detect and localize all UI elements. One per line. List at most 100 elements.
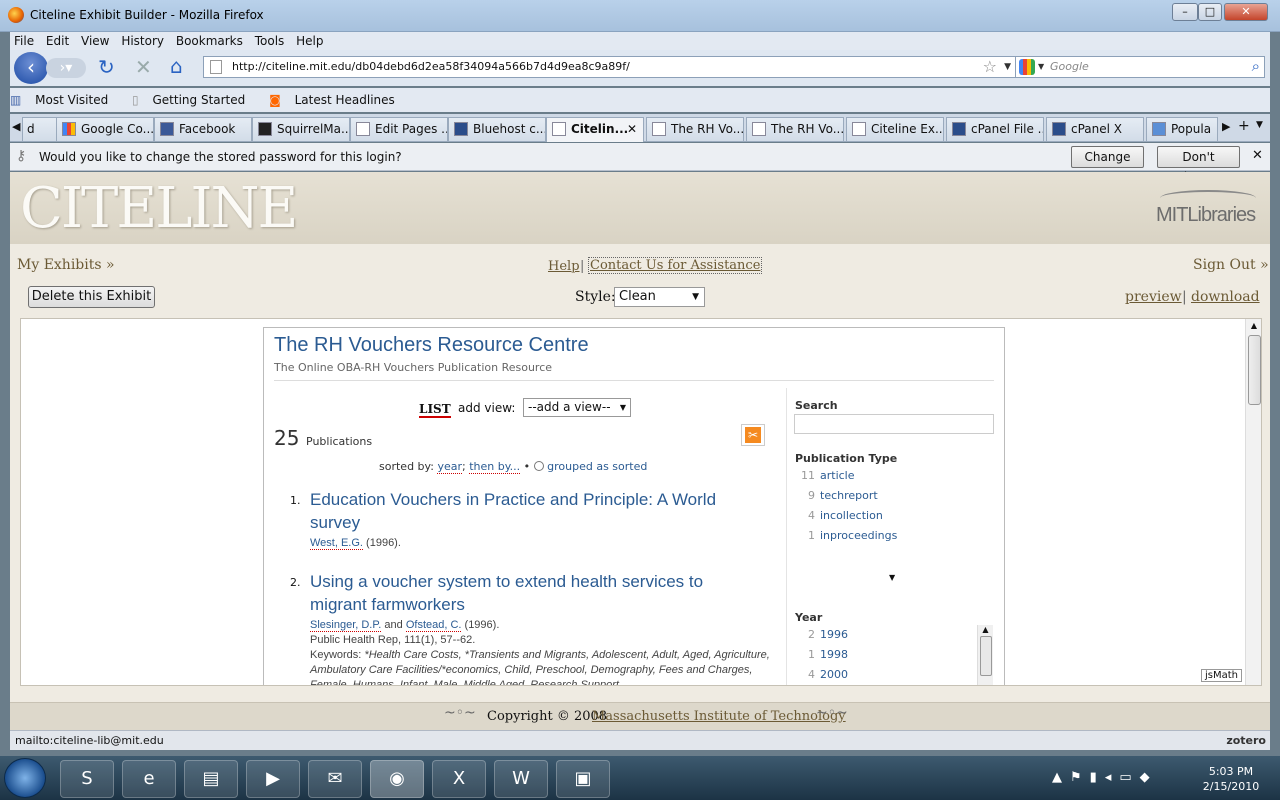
- skype-icon[interactable]: S: [60, 760, 114, 798]
- tab-squirrelmail[interactable]: SquirrelMa...: [252, 117, 350, 141]
- url-dropdown-icon[interactable]: ▼: [1004, 57, 1011, 77]
- back-button[interactable]: ‹: [14, 52, 48, 84]
- tab-facebook[interactable]: Facebook: [154, 117, 252, 141]
- system-clock[interactable]: 5:03 PM 2/15/2010: [1196, 764, 1266, 794]
- bookmark-latest-headlines[interactable]: ◙ Latest Headlines: [269, 88, 405, 112]
- tab-list-icon[interactable]: ▼: [1256, 120, 1263, 130]
- volume-icon[interactable]: ◂: [1105, 770, 1120, 785]
- facet-item[interactable]: 4 incollection: [795, 506, 985, 526]
- year-facet-scrollbar[interactable]: ▲: [977, 625, 993, 685]
- then-by-link[interactable]: then by...: [469, 460, 521, 474]
- facet-item[interactable]: 9 techreport: [795, 486, 985, 506]
- home-icon[interactable]: ⌂: [170, 54, 183, 78]
- author-link[interactable]: West, E.G.: [310, 537, 363, 550]
- help-link[interactable]: Help: [548, 259, 580, 274]
- zotero-button[interactable]: zotero: [1226, 731, 1266, 750]
- grouped-label[interactable]: grouped as sorted: [547, 460, 647, 473]
- facet-item[interactable]: 2 1996: [795, 625, 993, 645]
- minimize-button[interactable]: –: [1172, 3, 1198, 21]
- tab-citeline-active[interactable]: Citelin... ✕: [546, 117, 644, 142]
- start-button[interactable]: [4, 758, 46, 798]
- menu-help[interactable]: Help: [292, 32, 327, 50]
- close-window-button[interactable]: ✕: [1224, 3, 1268, 21]
- menu-bookmarks[interactable]: Bookmarks: [172, 32, 247, 50]
- engine-dropdown-icon[interactable]: ▼: [1038, 57, 1044, 77]
- menu-file[interactable]: File: [10, 32, 38, 50]
- maximize-button[interactable]: □: [1198, 3, 1222, 21]
- tab-scroll-right[interactable]: ▶: [1222, 120, 1230, 133]
- grouped-radio[interactable]: [533, 461, 544, 471]
- mit-link[interactable]: Massachusetts Institute of Technology: [592, 709, 846, 724]
- stop-icon[interactable]: ✕: [135, 55, 152, 79]
- item-title-link[interactable]: Using a voucher system to extend health …: [310, 570, 750, 616]
- power-icon[interactable]: ▮: [1090, 770, 1105, 785]
- dropbox-icon[interactable]: ◆: [1140, 770, 1158, 785]
- close-notification-icon[interactable]: ✕: [1252, 148, 1263, 163]
- search-icon[interactable]: ⌕: [1252, 56, 1260, 76]
- author-link[interactable]: Ofstead, C.: [405, 619, 462, 632]
- scroll-thumb[interactable]: [1247, 335, 1261, 405]
- tab-popular[interactable]: Popula: [1146, 117, 1218, 141]
- my-exhibits-link[interactable]: My Exhibits »: [17, 257, 115, 273]
- style-select[interactable]: Clean ▼: [614, 287, 705, 307]
- flag-icon[interactable]: ⚑: [1070, 770, 1090, 785]
- firefox-taskbar-icon[interactable]: ◉: [370, 760, 424, 798]
- download-link[interactable]: download: [1191, 289, 1260, 305]
- tab-rh-vouchers-1[interactable]: The RH Vo...: [646, 117, 744, 141]
- author-link[interactable]: Slesinger, D.P.: [310, 619, 382, 632]
- google-icon[interactable]: [1019, 59, 1035, 75]
- dont-change-button[interactable]: Don't Change: [1157, 146, 1240, 184]
- add-view-select[interactable]: --add a view-- ▼: [523, 398, 631, 417]
- forward-button[interactable]: ›▾: [46, 58, 86, 78]
- explorer-folder-icon[interactable]: ▤: [184, 760, 238, 798]
- tab-cpanel-x[interactable]: cPanel X: [1046, 117, 1144, 141]
- delete-exhibit-button[interactable]: Delete this Exhibit: [28, 286, 155, 308]
- bookmark-most-visited[interactable]: ▥ Most Visited: [10, 88, 118, 112]
- facet-item[interactable]: 4 2000: [795, 665, 993, 685]
- facet-item[interactable]: 1 1998: [795, 645, 993, 665]
- scroll-thumb[interactable]: [979, 636, 992, 676]
- facet-item[interactable]: 11 article: [795, 466, 985, 486]
- tab-bluehost[interactable]: Bluehost c...: [448, 117, 546, 141]
- close-tab-icon[interactable]: ✕: [627, 118, 637, 140]
- bookmark-getting-started[interactable]: ▯ Getting Started: [132, 88, 255, 112]
- preview-link[interactable]: preview: [1125, 289, 1182, 305]
- reload-icon[interactable]: ↻: [98, 55, 115, 79]
- media-player-icon[interactable]: ▶: [246, 760, 300, 798]
- tab-google[interactable]: Google Co...: [56, 117, 154, 141]
- menu-view[interactable]: View: [77, 32, 113, 50]
- show-hidden-icon[interactable]: ▲: [1052, 770, 1070, 785]
- star-icon[interactable]: ☆: [983, 57, 997, 77]
- expand-facet-icon[interactable]: ▼: [889, 573, 895, 582]
- sign-out-link[interactable]: Sign Out »: [1193, 257, 1269, 273]
- new-tab-icon[interactable]: +: [1238, 118, 1250, 134]
- export-icon[interactable]: ✂: [741, 424, 765, 446]
- excel-icon[interactable]: X: [432, 760, 486, 798]
- contact-link[interactable]: Contact Us for Assistance: [588, 257, 763, 274]
- menu-history[interactable]: History: [117, 32, 168, 50]
- scroll-up-icon[interactable]: ▲: [978, 625, 993, 634]
- internet-explorer-icon[interactable]: e: [122, 760, 176, 798]
- network-icon[interactable]: ▭: [1119, 770, 1139, 785]
- pdf-icon[interactable]: ▣: [556, 760, 610, 798]
- scroll-up-icon[interactable]: ▲: [1246, 319, 1261, 333]
- facet-item[interactable]: 1 inproceedings: [795, 526, 985, 546]
- tab-citeline-ex[interactable]: Citeline Ex...: [846, 117, 944, 141]
- jsmath-button[interactable]: jsMath: [1201, 669, 1243, 682]
- tab-scroll-left[interactable]: ◀: [12, 120, 20, 133]
- url-bar[interactable]: http://citeline.mit.edu/db04debd6d2ea58f…: [203, 56, 1018, 78]
- tab-rh-vouchers-2[interactable]: The RH Vo...: [746, 117, 844, 141]
- view-list-tab[interactable]: LIST: [419, 402, 451, 418]
- tab-edit-pages[interactable]: Edit Pages ...: [350, 117, 448, 141]
- tab-cpanel-file[interactable]: cPanel File ...: [946, 117, 1044, 141]
- word-icon[interactable]: W: [494, 760, 548, 798]
- outlook-icon[interactable]: ✉: [308, 760, 362, 798]
- facet-search-input[interactable]: [794, 414, 994, 434]
- item-title-link[interactable]: Education Vouchers in Practice and Princ…: [310, 488, 750, 534]
- frame-scrollbar[interactable]: ▲: [1245, 319, 1261, 685]
- change-password-button[interactable]: Change: [1071, 146, 1144, 168]
- menu-edit[interactable]: Edit: [42, 32, 73, 50]
- search-box[interactable]: ▼ Google ⌕: [1015, 56, 1265, 78]
- sort-year-link[interactable]: year: [437, 460, 462, 474]
- menu-tools[interactable]: Tools: [251, 32, 289, 50]
